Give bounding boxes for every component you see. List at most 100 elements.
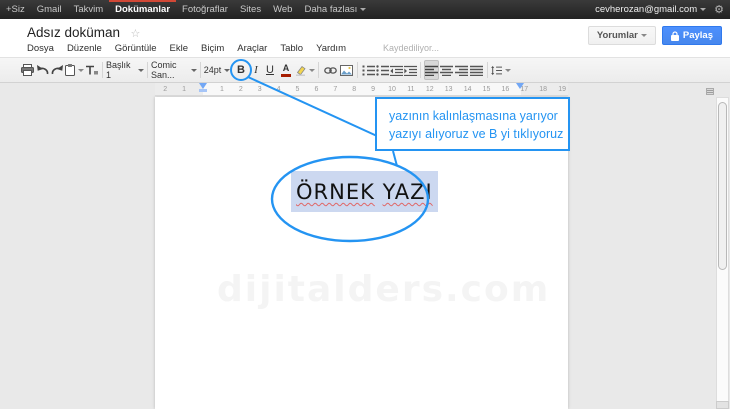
decrease-indent-button[interactable] — [389, 60, 403, 80]
align-center-icon — [440, 65, 453, 76]
ruler-number: 8 — [352, 86, 357, 93]
menu-help[interactable]: Yardım — [316, 43, 346, 54]
topbar-link-gmail[interactable]: Gmail — [31, 0, 68, 19]
annotation-callout-box: yazının kalınlaşmasına yarıyor yazıyı al… — [375, 97, 570, 151]
account-menu[interactable]: cevherozan@gmail.com — [595, 4, 714, 15]
google-topbar: +Siz Gmail Takvim Dokümanlar Fotoğraflar… — [0, 0, 730, 19]
chevron-down-icon — [360, 7, 367, 11]
font-size-dropdown[interactable]: 24pt — [204, 60, 231, 80]
clipboard-icon — [65, 64, 75, 76]
ruler-number: 12 — [425, 86, 434, 93]
justify-icon — [470, 65, 483, 76]
bulleted-list-icon — [375, 64, 389, 76]
menu-file[interactable]: Dosya — [27, 43, 54, 54]
topbar-link-photos[interactable]: Fotoğraflar — [176, 0, 234, 19]
paragraph-style-dropdown[interactable]: Başlık 1 — [106, 60, 144, 80]
selected-text: ÖRNEK YAZI — [291, 171, 438, 212]
chevron-down-icon — [700, 7, 707, 11]
menu-tools[interactable]: Araçlar — [237, 43, 267, 54]
topbar-link-more[interactable]: Daha fazlası — [298, 0, 372, 19]
right-indent-marker[interactable] — [516, 83, 524, 89]
first-line-indent-marker[interactable] — [199, 89, 207, 92]
document-word: YAZI — [382, 180, 433, 204]
ruler-number: 11 — [407, 86, 415, 93]
header-buttons: Yorumlar Paylaş — [587, 26, 722, 45]
comments-button[interactable]: Yorumlar — [587, 26, 656, 45]
ruler-number: 14 — [463, 86, 472, 93]
topbar-link-documents-active[interactable]: Dokümanlar — [109, 0, 177, 19]
gear-icon[interactable]: ⚙ — [714, 3, 730, 16]
ruler-number: 5 — [295, 86, 300, 93]
increase-indent-button[interactable] — [403, 60, 417, 80]
menu-view[interactable]: Görüntüle — [115, 43, 157, 54]
menu-bar: Dosya Düzenle Görüntüle Ekle Biçim Araçl… — [27, 43, 439, 54]
ruler-number: 2 — [163, 86, 168, 93]
numbered-list-button[interactable] — [361, 60, 375, 80]
redo-button[interactable] — [50, 60, 65, 80]
numbered-list-icon — [362, 65, 375, 75]
topbar-link-web[interactable]: Web — [267, 0, 298, 19]
bulleted-list-button[interactable] — [375, 60, 389, 80]
text-color-button[interactable]: A — [277, 60, 295, 80]
highlight-color-button[interactable] — [295, 60, 315, 80]
undo-icon — [37, 65, 49, 75]
insert-image-button[interactable] — [338, 60, 354, 80]
share-button[interactable]: Paylaş — [661, 26, 722, 45]
toolbar-separator — [200, 62, 201, 78]
italic-button[interactable]: I — [249, 60, 263, 80]
horizontal-ruler: 2 1 1 2 3 4 5 6 7 8 9 10 11 12 13 14 15 16 17 18 19 — [155, 83, 568, 96]
scrollbar-corner — [716, 401, 729, 409]
toolbar-separator — [357, 62, 358, 78]
scrollbar-thumb[interactable] — [718, 102, 727, 270]
chevron-down-icon — [309, 68, 315, 72]
menu-format[interactable]: Biçim — [201, 43, 224, 54]
topbar-link-calendar[interactable]: Takvim — [68, 0, 110, 19]
insert-link-button[interactable] — [322, 60, 338, 80]
ruler-number: 1 — [219, 86, 224, 93]
doc-title-row: Adsız doküman ☆ — [27, 24, 140, 42]
toolbar-separator — [487, 62, 488, 78]
ruler-number: 3 — [257, 86, 262, 93]
topbar-link-sites[interactable]: Sites — [234, 0, 267, 19]
document-title[interactable]: Adsız doküman — [27, 25, 120, 40]
paint-format-button[interactable] — [84, 60, 99, 80]
underline-button[interactable]: U — [263, 60, 277, 80]
bold-button[interactable]: B — [233, 60, 249, 80]
watermark-text: dijitalders.com — [217, 269, 551, 310]
star-icon[interactable]: ☆ — [131, 27, 141, 40]
menu-edit[interactable]: Düzenle — [67, 43, 102, 54]
menu-insert[interactable]: Ekle — [170, 43, 188, 54]
ruler-number: 19 — [558, 86, 566, 93]
font-dropdown-value: Comic San... — [151, 60, 177, 80]
highlighter-icon — [296, 65, 306, 76]
style-dropdown-value: Başlık 1 — [106, 60, 131, 80]
vertical-scrollbar[interactable] — [716, 97, 729, 409]
undo-button[interactable] — [35, 60, 50, 80]
menu-table[interactable]: Tablo — [280, 43, 303, 54]
document-text-line: ÖRNEK YAZI — [291, 171, 438, 212]
underline-label: U — [266, 64, 274, 76]
print-button[interactable] — [20, 60, 35, 80]
web-clipboard-button[interactable] — [65, 60, 84, 80]
bold-label: B — [237, 64, 245, 76]
ruler-number: 1 — [182, 86, 187, 93]
topbar-more-label: Daha fazlası — [304, 4, 358, 15]
ruler-number: 18 — [539, 86, 548, 93]
align-right-button[interactable] — [454, 60, 469, 80]
saving-status: Kaydediliyor... — [382, 43, 440, 53]
align-left-button[interactable] — [424, 60, 439, 80]
lock-icon — [670, 30, 679, 41]
ruler-number: 2 — [238, 86, 243, 93]
collapse-controls-widget[interactable] — [706, 88, 714, 95]
italic-label: I — [254, 64, 258, 76]
chevron-down-icon — [505, 68, 511, 72]
line-spacing-button[interactable] — [491, 60, 511, 80]
topbar-link-plus-you[interactable]: +Siz — [0, 0, 31, 19]
document-header: Adsız doküman ☆ Dosya Düzenle Görüntüle … — [0, 19, 730, 57]
comments-button-label: Yorumlar — [596, 30, 638, 41]
justify-button[interactable] — [469, 60, 484, 80]
toolbar-separator — [102, 62, 103, 78]
font-dropdown[interactable]: Comic San... — [151, 60, 197, 80]
align-center-button[interactable] — [439, 60, 454, 80]
account-email: cevherozan@gmail.com — [595, 4, 698, 15]
